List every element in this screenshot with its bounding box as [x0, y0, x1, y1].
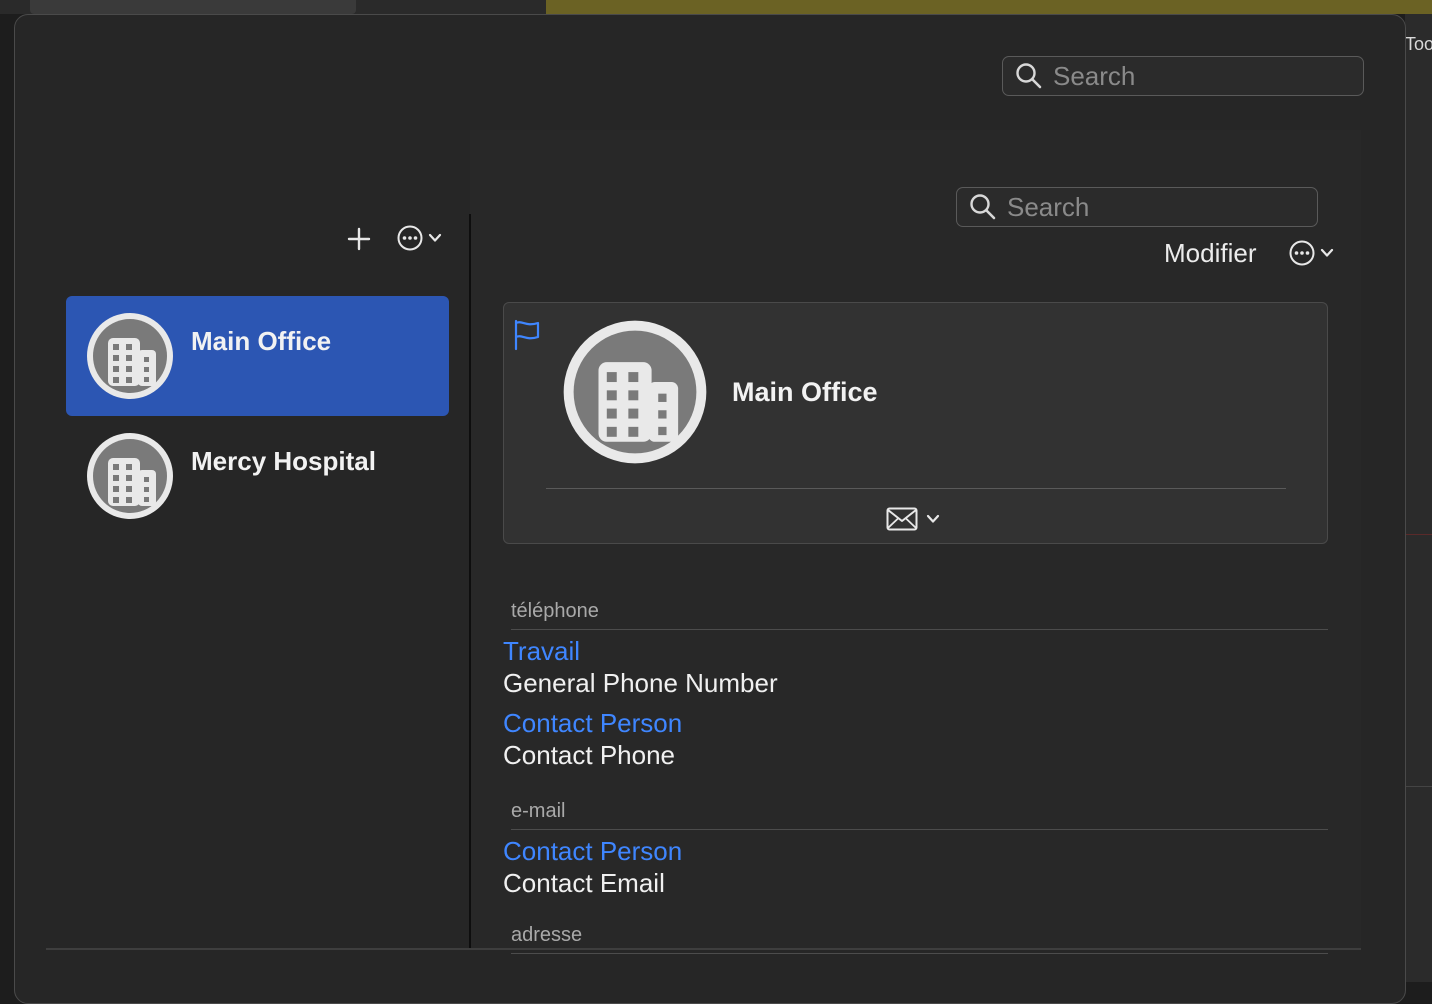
section-divider	[511, 953, 1328, 954]
contacts-view: Main Office Mercy Hospital Search Modifi…	[46, 130, 1361, 954]
contact-header-card: Main Office	[503, 302, 1328, 544]
phone-section-header: téléphone	[511, 600, 599, 622]
flag-icon[interactable]	[512, 319, 542, 351]
search-placeholder: Search	[1053, 60, 1136, 91]
detail-search-field[interactable]: Search	[956, 187, 1318, 227]
edit-button[interactable]: Modifier	[1164, 238, 1256, 269]
split-view-divider[interactable]	[469, 214, 471, 950]
background-yellow-band	[546, 0, 1432, 14]
background-calendar-header	[30, 0, 356, 14]
section-divider	[511, 829, 1328, 830]
detail-more-menu-button[interactable]	[1288, 239, 1334, 267]
window-search-field[interactable]: Search	[1002, 56, 1364, 96]
ellipsis-circle-icon	[397, 225, 423, 251]
contact-name: Mercy Hospital	[191, 446, 376, 476]
chevron-down-icon	[926, 514, 940, 523]
email-value[interactable]: Contact Email	[503, 868, 665, 899]
chevron-down-icon	[1320, 248, 1334, 257]
add-contact-button[interactable]	[342, 222, 376, 256]
contact-name: Main Office	[191, 326, 332, 356]
phone-value[interactable]: General Phone Number	[503, 668, 778, 699]
plus-icon	[347, 227, 371, 251]
phone-label[interactable]: Travail	[503, 636, 580, 667]
phone-value[interactable]: Contact Phone	[503, 740, 675, 771]
bottom-divider	[46, 948, 1361, 950]
envelope-icon	[886, 507, 918, 531]
building-icon	[87, 433, 173, 519]
contact-list-item[interactable]: Main Office	[66, 296, 449, 416]
background-right-window: Too	[1405, 14, 1432, 982]
email-action-button[interactable]	[886, 507, 940, 531]
background-right-fragment-text: Too	[1405, 34, 1432, 54]
background-divider	[1405, 786, 1432, 787]
chevron-down-icon	[428, 233, 442, 242]
search-icon	[970, 194, 996, 220]
sidebar-more-menu-button[interactable]	[396, 224, 442, 252]
search-placeholder: Search	[1007, 191, 1090, 222]
background-top-strip	[0, 0, 1432, 14]
section-divider	[511, 629, 1328, 630]
contacts-sidebar: Main Office Mercy Hospital	[46, 130, 470, 950]
contact-list-item[interactable]: Mercy Hospital	[66, 416, 449, 536]
phone-label[interactable]: Contact Person	[503, 708, 682, 739]
background-divider	[1405, 534, 1432, 535]
search-icon	[1016, 63, 1042, 89]
address-section-header: adresse	[511, 924, 583, 946]
contact-card-name: Main Office	[732, 377, 878, 407]
ellipsis-circle-icon	[1289, 240, 1315, 266]
email-section-header: e-mail	[511, 800, 566, 822]
building-icon	[563, 320, 707, 464]
building-icon	[87, 313, 173, 399]
contacts-window: Search Main Office Mercy Hospital Search…	[14, 14, 1406, 1004]
card-divider	[546, 488, 1286, 489]
email-label[interactable]: Contact Person	[503, 836, 682, 867]
